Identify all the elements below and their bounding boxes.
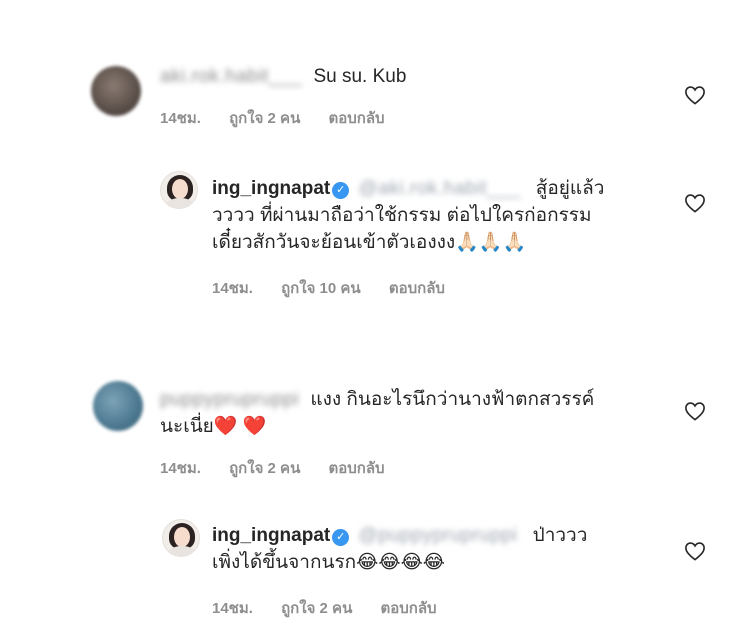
verified-badge-icon: ✓ <box>332 529 350 546</box>
reply-button[interactable]: ตอบกลับ <box>381 600 437 617</box>
comment-text-line2: วววว ที่ผ่านมาถือว่าใช้กรรม ต่อไปใครก่อก… <box>212 205 592 226</box>
comment-text-line2: เพิ่งได้ขึ้นจากนรก <box>212 552 357 573</box>
reply-button[interactable]: ตอบกลับ <box>329 460 385 477</box>
likes-count[interactable]: ถูกใจ 10 คน <box>281 280 361 297</box>
reply-button[interactable]: ตอบกลับ <box>329 110 385 127</box>
folded-hands-emoji: 🙏🏻🙏🏻🙏🏻 <box>455 232 527 253</box>
likes-count[interactable]: ถูกใจ 2 คน <box>229 460 300 477</box>
comment-meta: 14ชม. ถูกใจ 10 คน ตอบกลับ <box>212 276 469 300</box>
avatar[interactable] <box>160 171 198 209</box>
comment-body: puppyprupruppi แงง กินอะไรนึกว่านางฟ้าตก… <box>160 386 660 440</box>
heart-icon[interactable] <box>684 401 706 421</box>
avatar[interactable] <box>162 519 200 557</box>
likes-count[interactable]: ถูกใจ 2 คน <box>281 600 352 617</box>
avatar[interactable] <box>93 381 143 431</box>
comment-body: ing_ingnapat ✓ @aki.rok.habit___ สู้อยู่แ… <box>212 175 672 256</box>
heart-icon[interactable] <box>684 541 706 561</box>
heart-icon[interactable] <box>684 193 706 213</box>
heart-icon[interactable] <box>684 85 706 105</box>
comment-meta: 14ชม. ถูกใจ 2 คน ตอบกลับ <box>160 456 409 480</box>
comment-text-line1: แงง กินอะไรนึกว่านางฟ้าตกสวรรค์ <box>310 389 595 410</box>
comment-meta: 14ชม. ถูกใจ 2 คน ตอบกลับ <box>160 106 409 130</box>
reply-button[interactable]: ตอบกลับ <box>389 280 445 297</box>
mention-blurred[interactable]: @puppyprupruppi <box>359 522 518 549</box>
username[interactable]: ing_ingnapat <box>212 525 330 546</box>
timestamp: 14ชม. <box>160 110 201 127</box>
comment-meta: 14ชม. ถูกใจ 2 คน ตอบกลับ <box>212 596 461 620</box>
comment-text: Su su. Kub <box>313 66 407 87</box>
username[interactable]: ing_ingnapat <box>212 178 330 199</box>
comment-text-line1: สู้อยู่แล้ว <box>535 178 605 199</box>
avatar[interactable] <box>91 66 141 116</box>
comment-body: ing_ingnapat ✓ @puppyprupruppi ป่าววว เพิ… <box>212 522 672 576</box>
laughing-emoji: 😂😂😂😂 <box>356 552 445 573</box>
red-heart-emoji: ❤️ ❤️ <box>213 416 267 437</box>
username-blurred[interactable]: puppyprupruppi <box>160 386 299 413</box>
username-blurred[interactable]: aki.rok.habit___ <box>160 63 302 90</box>
timestamp: 14ชม. <box>160 460 201 477</box>
comment-text-line2: นะเนี่ย <box>160 416 214 437</box>
comment-text-line3: เดี๋ยวสักวันจะย้อนเข้าตัวเองงง <box>212 232 456 253</box>
verified-badge-icon: ✓ <box>332 182 350 199</box>
mention-blurred[interactable]: @aki.rok.habit___ <box>359 175 521 202</box>
likes-count[interactable]: ถูกใจ 2 คน <box>229 110 300 127</box>
comment-body: aki.rok.habit___ Su su. Kub <box>160 63 640 90</box>
timestamp: 14ชม. <box>212 280 253 297</box>
timestamp: 14ชม. <box>212 600 253 617</box>
comment-text-line1: ป่าววว <box>532 525 588 546</box>
